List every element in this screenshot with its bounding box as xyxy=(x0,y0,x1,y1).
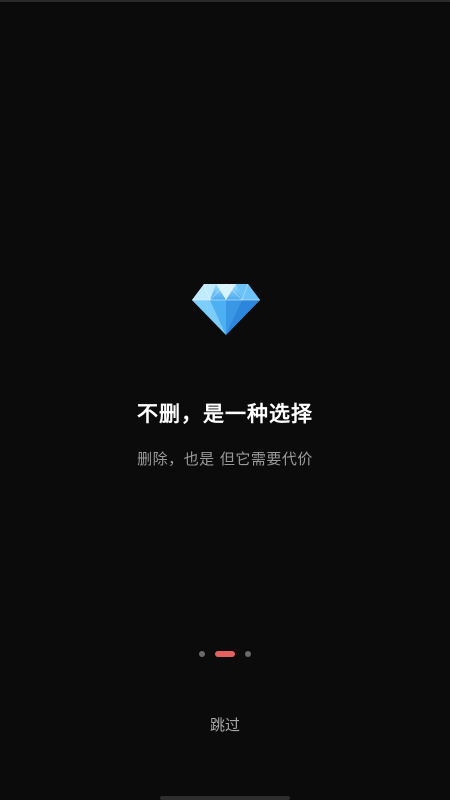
skip-button[interactable]: 跳过 xyxy=(0,714,450,735)
top-divider xyxy=(0,0,450,2)
home-indicator xyxy=(160,796,290,800)
diamond-icon xyxy=(192,283,260,335)
onboarding-title: 不删，是一种选择 xyxy=(137,402,313,426)
page-dot-1[interactable] xyxy=(199,651,205,657)
page-dot-3[interactable] xyxy=(245,651,251,657)
onboarding-screen: 不删，是一种选择 删除，也是 但它需要代价 跳过 xyxy=(0,0,450,800)
page-dot-2-active[interactable] xyxy=(215,651,235,657)
onboarding-subtitle: 删除，也是 但它需要代价 xyxy=(137,450,313,468)
page-indicator xyxy=(0,650,450,658)
